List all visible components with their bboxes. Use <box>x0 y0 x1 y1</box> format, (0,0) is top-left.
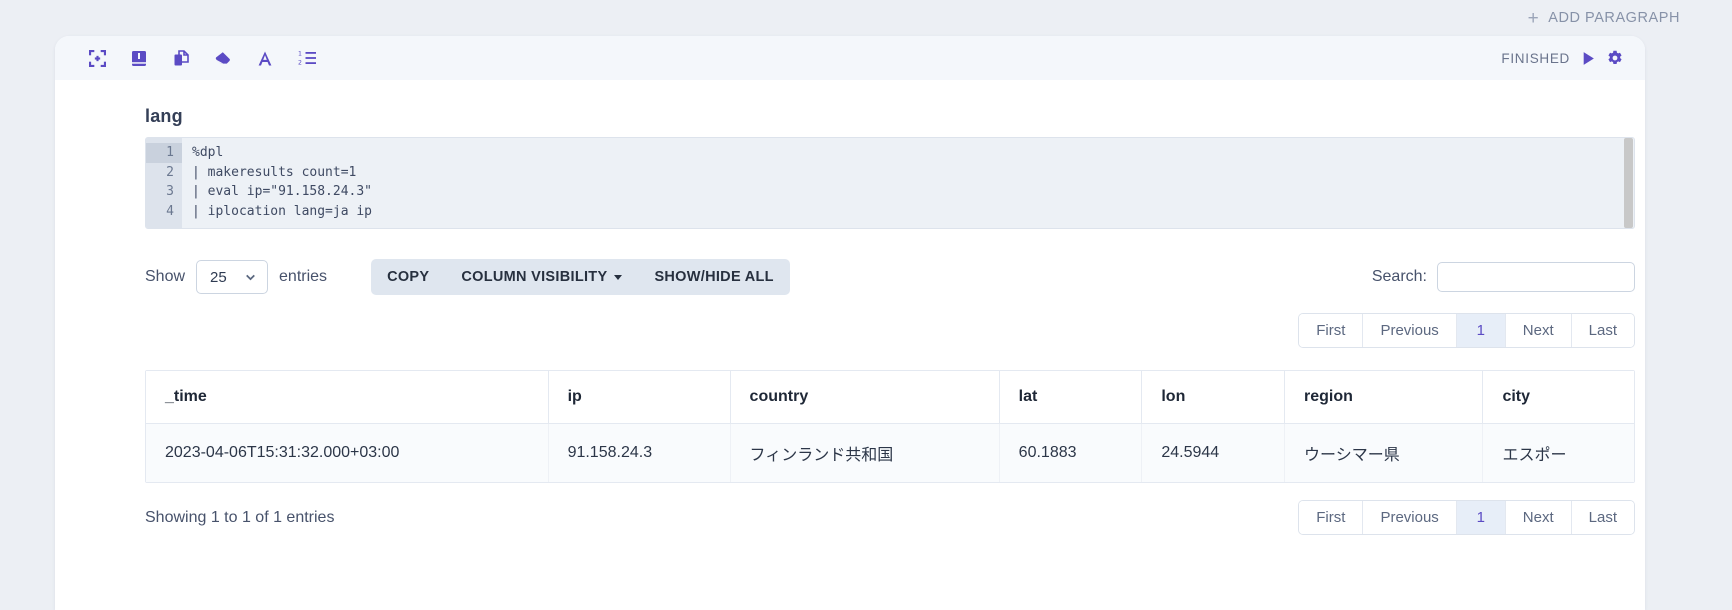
font-size-icon[interactable] <box>251 45 279 71</box>
paragraph-body: lang 1 2 3 4 %dpl | makeresults count=1 … <box>55 106 1645 535</box>
column-header-time[interactable]: _time <box>146 371 549 424</box>
cell-lon: 24.5944 <box>1141 423 1286 482</box>
line-number: 1 <box>146 143 182 163</box>
cell-ip: 91.158.24.3 <box>548 423 731 482</box>
gear-icon[interactable] <box>1607 50 1623 66</box>
add-paragraph-button[interactable]: + ADD PARAGRAPH <box>1528 9 1680 28</box>
code-gutter: 1 2 3 4 <box>146 138 182 228</box>
code-scrollbar[interactable] <box>1623 138 1634 228</box>
collapse-icon[interactable] <box>83 45 111 71</box>
copy-icon[interactable] <box>167 45 195 71</box>
line-numbers-icon[interactable]: 1 2 <box>293 45 321 71</box>
eraser-icon[interactable] <box>209 45 237 71</box>
paragraph-card: 1 2 FINISHED lang 1 2 3 4 %dpl | makeres… <box>55 36 1645 610</box>
code-line: | makeresults count=1 <box>192 164 357 180</box>
code-line: | eval ip="91.158.24.3" <box>192 184 373 199</box>
copy-button-label: COPY <box>387 269 430 285</box>
pagination-page-1[interactable]: 1 <box>1456 501 1506 534</box>
svg-text:2: 2 <box>298 60 302 66</box>
page-length-control: Show 25 entries <box>145 260 327 294</box>
results-table-wrapper: _time ip country lat lon region city 202… <box>145 370 1635 483</box>
chevron-down-icon <box>244 271 257 284</box>
cell-time: 2023-04-06T15:31:32.000+03:00 <box>146 423 549 482</box>
search-input[interactable] <box>1437 262 1635 292</box>
caret-down-icon <box>614 274 623 280</box>
code-line: | iplocation lang=ja ip <box>192 203 373 219</box>
column-visibility-button[interactable]: COLUMN VISIBILITY <box>445 259 638 295</box>
table-header-row: _time ip country lat lon region city <box>146 371 1634 424</box>
svg-text:1: 1 <box>298 51 302 58</box>
show-label: Show <box>145 268 186 285</box>
table-row: 2023-04-06T15:31:32.000+03:00 91.158.24.… <box>146 423 1634 482</box>
page-length-value: 25 <box>210 268 227 286</box>
table-info: Showing 1 to 1 of 1 entries <box>145 508 335 526</box>
column-header-country[interactable]: country <box>730 371 1000 424</box>
results-table: _time ip country lat lon region city 202… <box>146 371 1634 482</box>
column-header-lat[interactable]: lat <box>999 371 1143 424</box>
code-editor[interactable]: 1 2 3 4 %dpl | makeresults count=1 | eva… <box>145 137 1635 229</box>
add-paragraph-label: ADD PARAGRAPH <box>1548 10 1680 26</box>
code-content[interactable]: %dpl | makeresults count=1 | eval ip="91… <box>182 138 1634 228</box>
copy-button[interactable]: COPY <box>371 259 445 295</box>
pagination-last[interactable]: Last <box>1571 314 1634 347</box>
paragraph-tool-icons: 1 2 <box>83 45 321 71</box>
code-line: %dpl <box>192 145 224 160</box>
pagination-bottom: First Previous 1 Next Last <box>1298 500 1635 535</box>
column-header-region[interactable]: region <box>1284 371 1484 424</box>
column-header-lon[interactable]: lon <box>1141 371 1286 424</box>
search-label: Search: <box>1371 268 1427 285</box>
table-body: 2023-04-06T15:31:32.000+03:00 91.158.24.… <box>146 423 1634 482</box>
cell-lat: 60.1883 <box>999 423 1143 482</box>
book-icon[interactable] <box>125 45 153 71</box>
status-badge: FINISHED <box>1501 50 1570 66</box>
column-visibility-label: COLUMN VISIBILITY <box>461 269 608 285</box>
line-number: 3 <box>166 184 174 199</box>
code-scrollbar-thumb[interactable] <box>1624 138 1633 228</box>
line-number: 2 <box>166 164 174 180</box>
cell-region: ウーシマー県 <box>1284 423 1484 482</box>
datatable-controls: Show 25 entries COPY COLUMN VISIBILITY S… <box>145 259 1635 295</box>
play-icon[interactable] <box>1581 51 1596 66</box>
plus-icon: + <box>1527 7 1540 29</box>
pagination-next[interactable]: Next <box>1505 501 1572 534</box>
datatable-button-group: COPY COLUMN VISIBILITY SHOW/HIDE ALL <box>371 259 790 295</box>
column-header-ip[interactable]: ip <box>548 371 731 424</box>
paragraph-toolbar: 1 2 FINISHED <box>55 36 1645 80</box>
cell-city: エスポー <box>1482 423 1634 482</box>
show-hide-all-button[interactable]: SHOW/HIDE ALL <box>638 259 789 295</box>
paragraph-status-group: FINISHED <box>1501 50 1623 66</box>
pagination-top: First Previous 1 Next Last <box>145 313 1635 348</box>
paragraph-title: lang <box>145 106 183 126</box>
entries-label: entries <box>279 268 328 285</box>
pagination-previous[interactable]: Previous <box>1363 501 1457 534</box>
pagination-last[interactable]: Last <box>1571 501 1634 534</box>
cell-country: フィンランド共和国 <box>730 423 1000 482</box>
pagination-first[interactable]: First <box>1299 314 1364 347</box>
show-hide-all-label: SHOW/HIDE ALL <box>654 269 774 285</box>
pagination-previous[interactable]: Previous <box>1363 314 1457 347</box>
page-length-select[interactable]: 25 <box>196 260 269 294</box>
notebook-topbar: + ADD PARAGRAPH <box>0 0 1732 36</box>
column-header-city[interactable]: city <box>1482 371 1634 424</box>
pagination-next[interactable]: Next <box>1505 314 1572 347</box>
line-number: 4 <box>166 203 174 219</box>
pagination: First Previous 1 Next Last <box>1298 313 1635 348</box>
table-head: _time ip country lat lon region city <box>146 371 1634 424</box>
search-control: Search: <box>1372 262 1635 292</box>
pagination-page-1[interactable]: 1 <box>1456 314 1506 347</box>
datatable-footer: Showing 1 to 1 of 1 entries First Previo… <box>145 500 1635 535</box>
pagination-first[interactable]: First <box>1299 501 1364 534</box>
